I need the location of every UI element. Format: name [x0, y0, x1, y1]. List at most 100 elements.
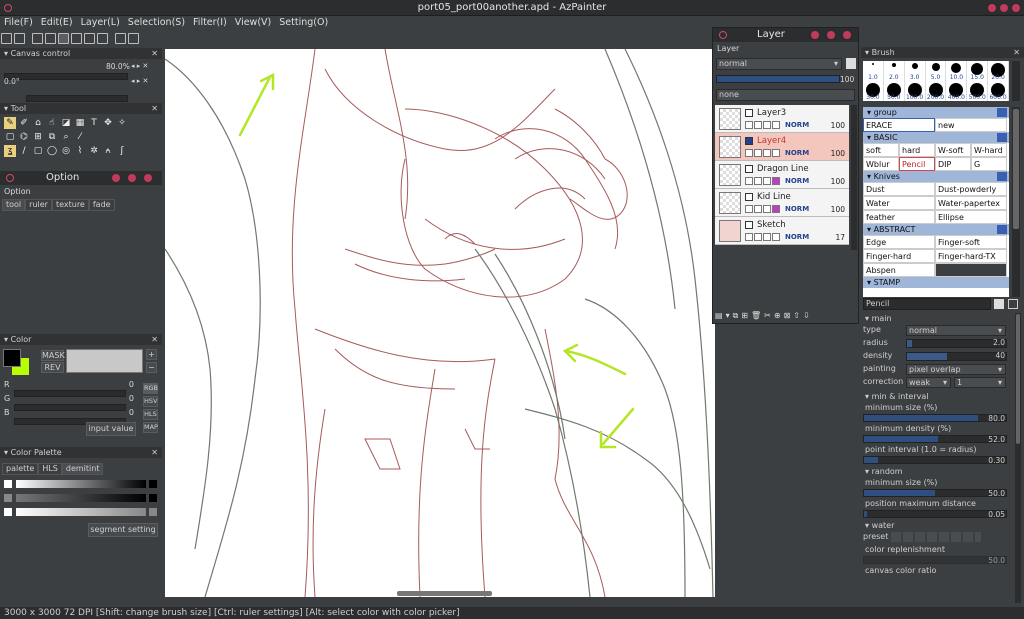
mode-rgb-button[interactable]: RGB	[143, 383, 158, 394]
layer-flags[interactable]	[745, 149, 783, 157]
layer-visibility-checkbox[interactable]	[745, 109, 753, 117]
tab-hls[interactable]: HLS	[38, 463, 62, 475]
main-section-header[interactable]: ▾ main	[861, 313, 1013, 324]
brush-item[interactable]: Pencil	[899, 157, 935, 171]
brush-save-icon[interactable]	[994, 299, 1004, 309]
option-close-button[interactable]	[144, 174, 152, 182]
option-maximize-button[interactable]	[128, 174, 136, 182]
fill-tool-icon[interactable]: ◪	[60, 117, 72, 129]
split-icon[interactable]	[97, 33, 108, 44]
panel-close-icon[interactable]: ✕	[151, 103, 158, 114]
layer-row-layer4[interactable]: Layer4 NORM 100	[715, 133, 849, 161]
combine-layer-icon[interactable]: ⊕	[774, 311, 784, 320]
color-replenishment-slider[interactable]: 50.0	[863, 556, 1007, 565]
brush-menu-icon[interactable]	[1008, 299, 1018, 309]
water-section-header[interactable]: ▾ water	[861, 520, 1013, 531]
draw-bezier-icon[interactable]: ʃ	[116, 145, 128, 157]
brush-size-cell[interactable]: 10.0	[946, 61, 968, 81]
panel-close-icon[interactable]: ✕	[151, 48, 158, 59]
delete-layer-icon[interactable]: 🗑	[751, 311, 764, 320]
merge-layer-icon[interactable]: ⊞	[741, 311, 751, 320]
brush-item[interactable]: Ellipse	[935, 210, 1007, 224]
brush-item[interactable]: Edge	[863, 235, 935, 249]
brush-name-field[interactable]: Pencil	[863, 298, 991, 310]
layer-visibility-checkbox[interactable]	[745, 193, 753, 201]
brush-size-cell[interactable]: 200.0	[926, 81, 947, 101]
brush-group-header[interactable]: ▾ STAMP	[863, 277, 1009, 288]
min-size-slider[interactable]: 80.0	[863, 414, 1007, 423]
layer-row-layer3[interactable]: Layer3 NORM 100	[715, 105, 849, 133]
layer-texture-select[interactable]: none	[716, 89, 855, 101]
brush-item[interactable]: Dust	[863, 182, 935, 196]
brush-item[interactable]: ERACE	[863, 118, 935, 132]
add-color-button[interactable]: +	[146, 349, 157, 360]
canvas-hscrollbar[interactable]	[397, 591, 492, 596]
tab-demitint[interactable]: demitint	[61, 463, 104, 475]
rect-select-icon[interactable]: ▢	[4, 131, 16, 143]
layer-lock-icon[interactable]	[846, 58, 856, 69]
brush-tool-icon[interactable]: ✐	[18, 117, 30, 129]
zoom-slider[interactable]	[4, 73, 128, 80]
move-layer-up-icon[interactable]: ⇧	[793, 311, 803, 320]
brush-size-scrollbar[interactable]	[1012, 61, 1020, 101]
menu-filter[interactable]: Filter(I)	[189, 16, 231, 29]
angle-slider[interactable]	[26, 95, 128, 102]
move-tool-icon[interactable]: ✥	[102, 117, 114, 129]
brush-item[interactable]: Water	[863, 196, 935, 210]
layer-row-sketch[interactable]: Sketch NORM 17	[715, 217, 849, 245]
drawing-canvas[interactable]	[165, 49, 715, 597]
draw-rect-icon[interactable]: ▢	[32, 145, 44, 157]
brush-size-cell[interactable]: 3.0	[905, 61, 926, 81]
layer-flags[interactable]	[745, 177, 783, 185]
text-tool-icon[interactable]: T	[88, 117, 100, 129]
layer-row-dragon-line[interactable]: Dragon Line NORM 100	[715, 161, 849, 189]
brush-list-scrollbar[interactable]	[1012, 107, 1020, 297]
foreground-color-swatch[interactable]	[3, 349, 21, 367]
open-file-icon[interactable]	[14, 33, 25, 44]
menu-setting[interactable]: Setting(O)	[275, 16, 332, 29]
panel-close-icon[interactable]: ✕	[151, 447, 158, 458]
layer-lock-all-icon[interactable]: ⊠	[784, 311, 794, 320]
menu-selection[interactable]: Selection(S)	[124, 16, 189, 29]
brush-group-header[interactable]: ▾ Knives	[863, 171, 1009, 182]
duplicate-layer-icon[interactable]: ⧉	[733, 311, 742, 320]
copy-icon[interactable]: ⧉	[46, 131, 58, 143]
mode-hsv-button[interactable]: HSV	[143, 396, 158, 407]
tab-fade[interactable]: fade	[88, 199, 115, 211]
correction-select[interactable]: weak ▾	[906, 377, 951, 388]
brush-group-header[interactable]: ▾ ABSTRACT	[863, 224, 1009, 235]
brush-size-cell[interactable]: 400.0	[946, 81, 968, 101]
brush-size-cell[interactable]: 1.0	[863, 61, 884, 81]
brush-size-cell[interactable]: 30.0	[863, 81, 884, 101]
correction-level-select[interactable]: 1 ▾	[954, 377, 1006, 388]
brush-item[interactable]: feather	[863, 210, 935, 224]
brush-item[interactable]: DIP	[935, 157, 971, 171]
brush-item[interactable]: Finger-hard	[863, 249, 935, 263]
brush-size-cell[interactable]: 600.0	[988, 81, 1010, 101]
random-section-header[interactable]: ▾ random	[861, 466, 1013, 477]
stamp-icon[interactable]: ⊞	[32, 131, 44, 143]
save-as-icon[interactable]	[45, 33, 56, 44]
demitint-row-3[interactable]	[4, 508, 158, 517]
magic-wand-icon[interactable]: ✧	[116, 117, 128, 129]
new-layer-icon[interactable]: ▤	[715, 311, 726, 320]
finger-tool-icon[interactable]: ☝	[46, 117, 58, 129]
radius-slider[interactable]	[906, 339, 1007, 348]
lasso-icon[interactable]: ⌬	[18, 131, 30, 143]
density-slider[interactable]	[906, 352, 1007, 361]
demitint-row-1[interactable]	[4, 480, 158, 489]
demitint-row-2[interactable]	[4, 494, 158, 503]
view-toggle-icon[interactable]	[58, 33, 69, 44]
option-minimize-button[interactable]	[112, 174, 120, 182]
layer-maximize-button[interactable]	[827, 31, 835, 39]
brush-item[interactable]: Abspen	[863, 263, 935, 277]
layer-opacity-slider[interactable]	[716, 75, 840, 83]
draw-free-icon[interactable]: ʓ	[4, 145, 16, 157]
tab-tool[interactable]: tool	[2, 199, 26, 211]
layer-flags[interactable]	[745, 205, 783, 213]
maximize-button[interactable]	[1000, 4, 1008, 12]
close-button[interactable]	[1012, 4, 1020, 12]
move-layer-down-icon[interactable]: ⇩	[803, 311, 813, 320]
brush-item[interactable]: G	[971, 157, 1007, 171]
type-select[interactable]: normal ▾	[906, 325, 1006, 336]
